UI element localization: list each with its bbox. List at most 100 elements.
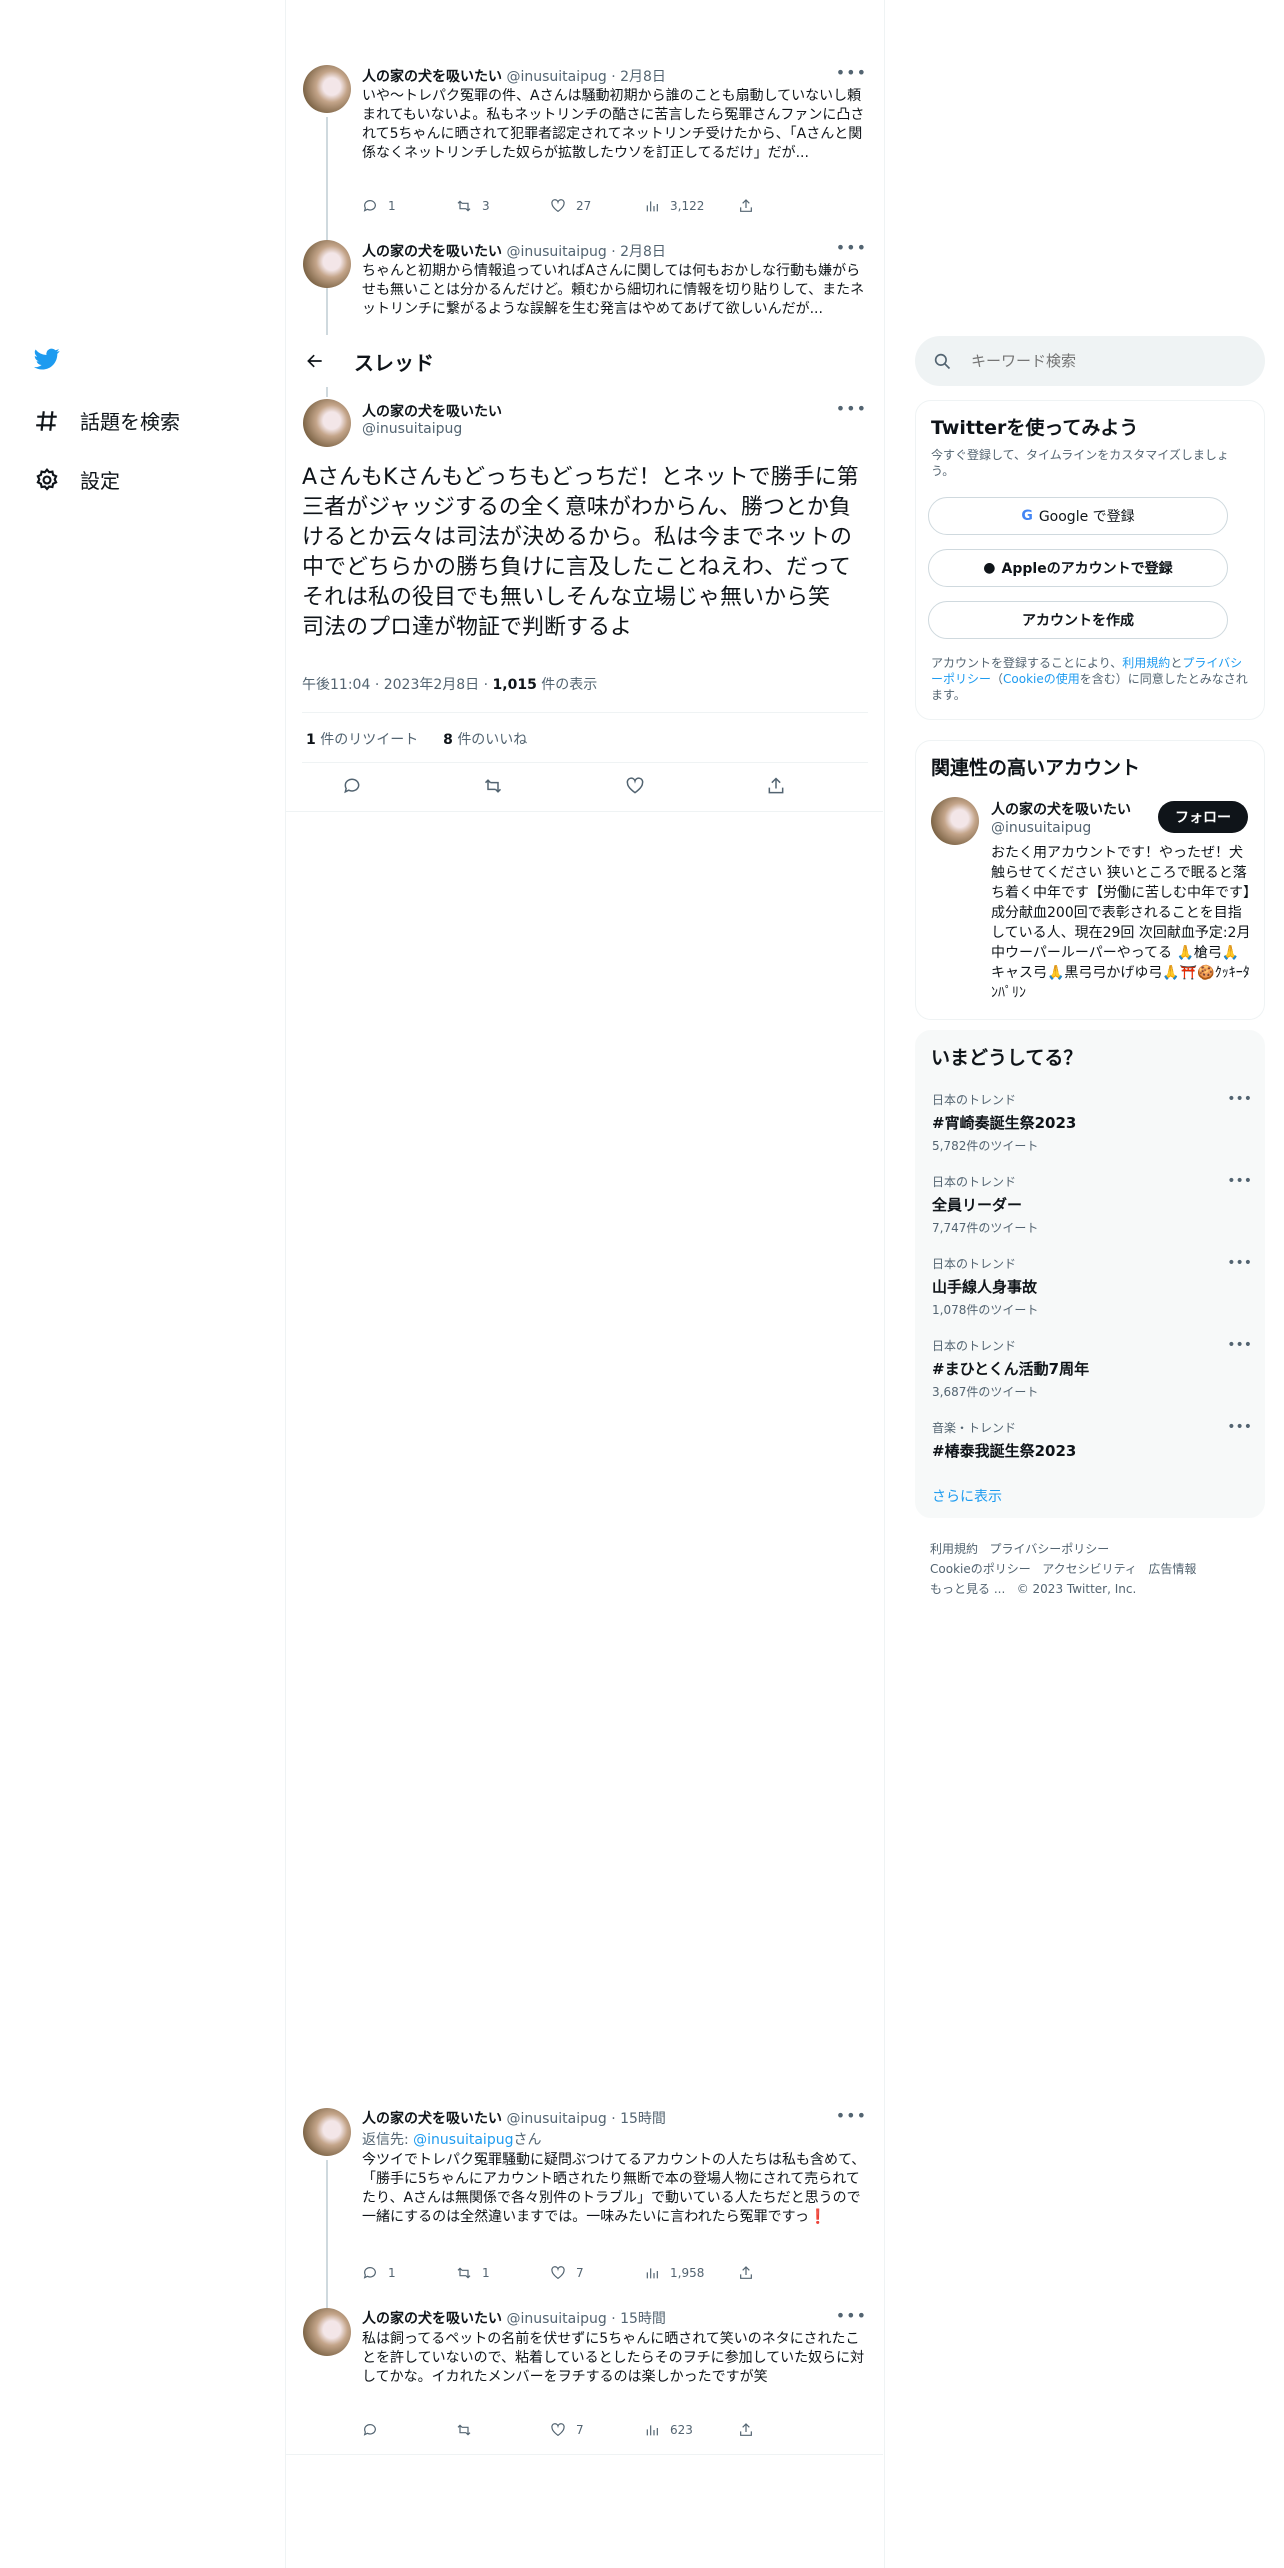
terms-link[interactable]: 利用規約 bbox=[1122, 656, 1170, 670]
like-button[interactable]: 27 bbox=[550, 198, 644, 214]
footer-row: 利用規約 プライバシーポリシー bbox=[930, 1540, 1109, 1557]
tweet-date[interactable]: 2023年2月8日 bbox=[384, 677, 479, 693]
cookie-link[interactable]: Cookieの使用 bbox=[1003, 672, 1080, 686]
avatar[interactable] bbox=[931, 797, 979, 845]
author-name[interactable]: 人の家の犬を吸いたい bbox=[362, 2111, 502, 2127]
thread-line bbox=[326, 292, 328, 335]
share-button[interactable] bbox=[738, 2422, 832, 2438]
trend-item[interactable]: 日本のトレンド #まひとくん活動7周年 3,687件のツイート ••• bbox=[932, 1337, 1252, 1400]
reply-to-handle[interactable]: @inusuitaipug bbox=[413, 2132, 513, 2148]
reply-context: 返信先: @inusuitaipugさん bbox=[362, 2129, 541, 2149]
author-name[interactable]: 人の家の犬を吸いたい bbox=[362, 2311, 502, 2327]
trend-category: 音楽・トレンド bbox=[932, 1421, 1017, 1435]
share-button[interactable] bbox=[738, 2265, 832, 2281]
more-icon[interactable]: ••• bbox=[1227, 1419, 1252, 1435]
footer-row: Cookieのポリシー アクセシビリティ 広告情報 bbox=[930, 1560, 1196, 1577]
author-handle[interactable]: @inusuitaipug bbox=[506, 2311, 606, 2327]
reply-button[interactable]: 1 bbox=[362, 198, 456, 214]
author-handle[interactable]: @inusuitaipug bbox=[506, 244, 606, 260]
likes-count[interactable]: 8 bbox=[443, 732, 453, 748]
show-more-link[interactable]: さらに表示 bbox=[932, 1486, 1002, 1506]
tweet[interactable]: 人の家の犬を吸いたい @inusuitaipug · 15時間 ••• 私は飼っ… bbox=[285, 2300, 885, 2455]
engagement-stats: 1 件のリツイート 8 件のいいね bbox=[306, 729, 527, 749]
views-button[interactable]: 3,122 bbox=[644, 198, 738, 214]
tweet-date[interactable]: 2月8日 bbox=[620, 244, 666, 260]
views-button[interactable]: 1,958 bbox=[644, 2265, 738, 2281]
avatar[interactable] bbox=[303, 2108, 351, 2156]
retweets-count[interactable]: 1 bbox=[306, 732, 316, 748]
apple-signup-button[interactable]: ● Appleのアカウントで登録 bbox=[928, 549, 1228, 587]
footer-terms[interactable]: 利用規約 bbox=[930, 1542, 978, 1556]
more-icon[interactable]: ••• bbox=[1227, 1337, 1252, 1353]
follow-button[interactable]: フォロー bbox=[1158, 801, 1248, 833]
search-box[interactable] bbox=[915, 336, 1265, 386]
footer-privacy[interactable]: プライバシーポリシー bbox=[989, 1542, 1109, 1556]
terms-text: と bbox=[1170, 656, 1183, 670]
more-icon[interactable]: ••• bbox=[836, 2306, 867, 2325]
avatar[interactable] bbox=[303, 399, 351, 447]
author-handle[interactable]: @inusuitaipug bbox=[506, 69, 606, 85]
retweet-button[interactable] bbox=[456, 2422, 550, 2438]
retweets-label[interactable]: 件のリツイート bbox=[320, 732, 418, 748]
avatar[interactable] bbox=[303, 2308, 351, 2356]
related-handle[interactable]: @inusuitaipug bbox=[991, 820, 1091, 836]
twitter-logo-icon[interactable] bbox=[32, 346, 62, 376]
more-icon[interactable]: ••• bbox=[836, 63, 867, 82]
footer-accessibility[interactable]: アクセシビリティ bbox=[1042, 1562, 1137, 1576]
like-button[interactable] bbox=[615, 771, 655, 801]
tweet-date[interactable]: 2月8日 bbox=[620, 69, 666, 85]
footer-ads[interactable]: 広告情報 bbox=[1148, 1562, 1196, 1576]
tweet[interactable]: 人の家の犬を吸いたい @inusuitaipug · 2月8日 ••• ちゃんと… bbox=[285, 230, 885, 335]
more-icon[interactable]: ••• bbox=[836, 238, 867, 257]
like-count: 7 bbox=[576, 2266, 584, 2280]
more-icon[interactable]: ••• bbox=[1227, 1255, 1252, 1271]
author-name[interactable]: 人の家の犬を吸いたい bbox=[362, 69, 502, 85]
google-signup-button[interactable]: G Google で登録 bbox=[928, 497, 1228, 535]
author-name[interactable]: 人の家の犬を吸いたい bbox=[362, 401, 502, 421]
tweet-date[interactable]: 15時間 bbox=[620, 2111, 666, 2127]
trend-item[interactable]: 音楽・トレンド #椿泰我誕生祭2023 ••• bbox=[932, 1419, 1252, 1461]
tweet-header: 人の家の犬を吸いたい @inusuitaipug · 15時間 bbox=[362, 2308, 666, 2328]
more-icon[interactable]: ••• bbox=[836, 2106, 867, 2125]
retweet-button[interactable] bbox=[473, 771, 513, 801]
share-button[interactable] bbox=[738, 198, 832, 214]
back-arrow-icon[interactable] bbox=[300, 346, 330, 376]
more-icon[interactable]: ••• bbox=[836, 399, 867, 418]
tweet[interactable]: 人の家の犬を吸いたい @inusuitaipug · 15時間 ••• 返信先:… bbox=[285, 2100, 885, 2308]
tweet-timestamp: 午後11:04 · 2023年2月8日 · 1,015 件の表示 bbox=[302, 674, 597, 694]
trend-title: #宵崎奏誕生祭2023 bbox=[932, 1114, 1077, 1132]
avatar[interactable] bbox=[303, 65, 351, 113]
footer-cookie[interactable]: Cookieのポリシー bbox=[930, 1562, 1031, 1576]
search-input[interactable] bbox=[971, 352, 1241, 370]
share-icon bbox=[740, 2423, 752, 2436]
reply-button[interactable] bbox=[362, 2422, 456, 2438]
likes-label[interactable]: 件のいいね bbox=[457, 732, 527, 748]
avatar[interactable] bbox=[303, 240, 351, 288]
like-button[interactable]: 7 bbox=[550, 2422, 644, 2438]
nav-explore[interactable]: 話題を検索 bbox=[34, 406, 180, 435]
tweet-time[interactable]: 午後11:04 bbox=[302, 677, 370, 693]
like-button[interactable]: 7 bbox=[550, 2265, 644, 2281]
trend-item[interactable]: 日本のトレンド #宵崎奏誕生祭2023 5,782件のツイート ••• bbox=[932, 1091, 1252, 1154]
trend-item[interactable]: 日本のトレンド 全員リーダー 7,747件のツイート ••• bbox=[932, 1173, 1252, 1236]
more-icon[interactable]: ••• bbox=[1227, 1173, 1252, 1189]
retweet-button[interactable]: 1 bbox=[456, 2265, 550, 2281]
reply-button[interactable]: 1 bbox=[362, 2265, 456, 2281]
tweet[interactable]: 人の家の犬を吸いたい @inusuitaipug · 2月8日 ••• いや〜ト… bbox=[285, 55, 885, 292]
reply-button[interactable] bbox=[332, 771, 372, 801]
author-name[interactable]: 人の家の犬を吸いたい bbox=[362, 244, 502, 260]
share-icon bbox=[768, 777, 784, 794]
related-name[interactable]: 人の家の犬を吸いたい bbox=[991, 799, 1131, 819]
author-handle[interactable]: @inusuitaipug bbox=[506, 2111, 606, 2127]
author-handle[interactable]: @inusuitaipug bbox=[362, 421, 462, 437]
search-icon bbox=[934, 353, 951, 370]
create-account-button[interactable]: アカウントを作成 bbox=[928, 601, 1228, 639]
trend-item[interactable]: 日本のトレンド 山手線人身事故 1,078件のツイート ••• bbox=[932, 1255, 1252, 1318]
footer-more[interactable]: もっと見る ... bbox=[930, 1582, 1005, 1596]
share-button[interactable] bbox=[756, 771, 796, 801]
retweet-button[interactable]: 3 bbox=[456, 198, 550, 214]
views-button[interactable]: 623 bbox=[644, 2422, 738, 2438]
more-icon[interactable]: ••• bbox=[1227, 1091, 1252, 1107]
tweet-date[interactable]: 15時間 bbox=[620, 2311, 666, 2327]
nav-settings[interactable]: 設定 bbox=[34, 465, 120, 494]
